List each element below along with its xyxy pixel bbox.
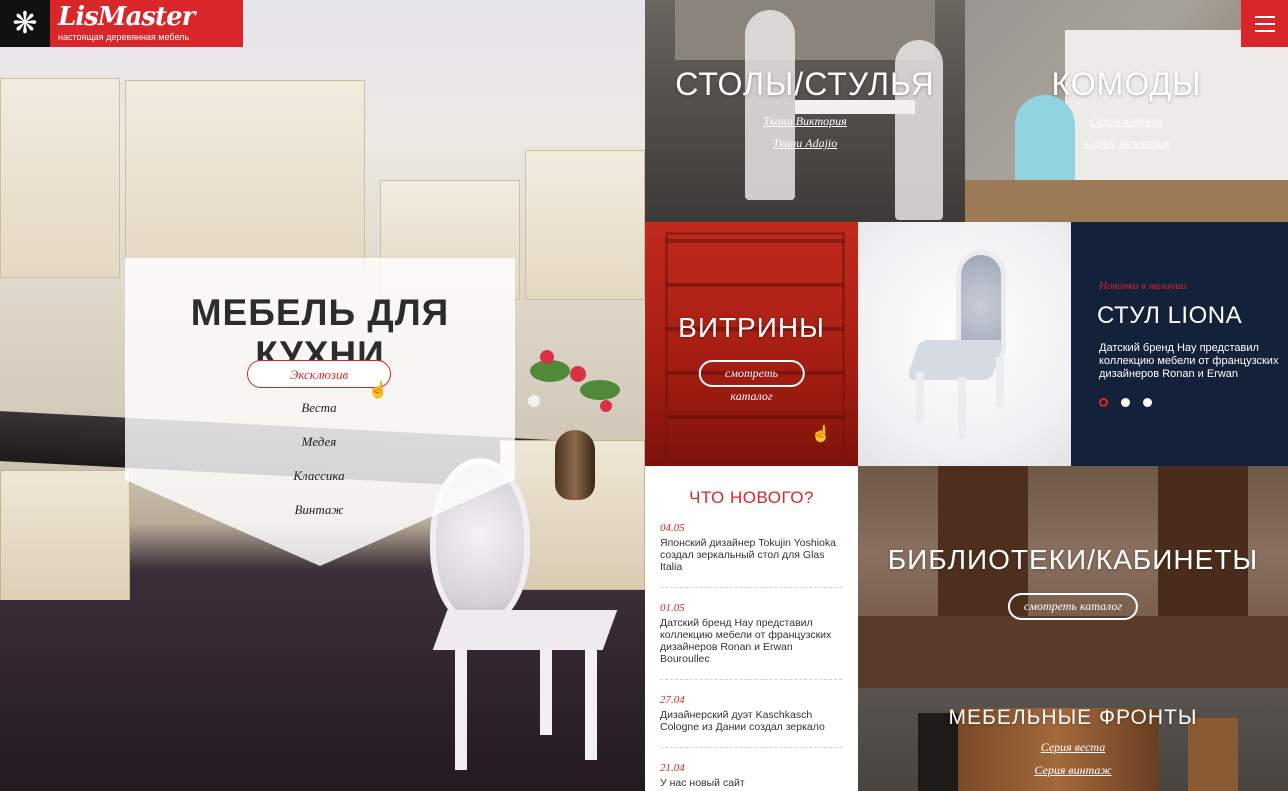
news-text: У нас новый сайт — [660, 777, 745, 789]
chair-leg-decor — [916, 372, 924, 422]
promo-text: Датский бренд Hay представил коллекцию м… — [1099, 342, 1279, 380]
news-text: Датский бренд Hay представил коллекцию м… — [660, 617, 832, 665]
tile-vitrines[interactable]: ВИТРИНЫ смотреть каталог ☝ — [645, 222, 858, 466]
cabinet-decor — [0, 78, 120, 278]
series-item-classic[interactable]: Классика — [247, 462, 391, 490]
cabinet-decor — [0, 470, 130, 620]
hamburger-menu-icon[interactable] — [1241, 0, 1288, 47]
news-item[interactable]: 27.04 Дизайнерский дуэт Kaschkasch Colog… — [660, 694, 842, 748]
vase-decor — [555, 430, 595, 500]
page: ❋ LisMaster настоящая деревянная мебель … — [0, 0, 1288, 791]
leaf-decor — [580, 380, 620, 400]
link-series-classic[interactable]: Серия классик — [965, 114, 1288, 129]
series-item-vintage[interactable]: Винтаж — [247, 496, 391, 524]
whats-new-title: ЧТО НОВОГО? — [689, 488, 814, 507]
chair-leg-decor — [455, 650, 467, 770]
promo-tag: Новинка в наличии — [1099, 280, 1187, 292]
tile-tables-chairs[interactable]: СТОЛЫ/СТУЛЬЯ Ткани Виктория Ткани Adajio — [645, 0, 965, 222]
tile-commodes[interactable]: КОМОДЫ Серия классик Серия эксклюзив — [965, 0, 1288, 222]
tile-title: СТОЛЫ/СТУЛЬЯ — [675, 66, 935, 102]
cabinet-decor — [125, 80, 365, 270]
hand-cursor-icon: ☝ — [368, 382, 388, 399]
logo-name: LisMaster — [58, 2, 195, 32]
logo-tagline: настоящая деревянная мебель — [58, 32, 190, 42]
view-catalog-button[interactable]: смотреть каталог — [698, 360, 805, 403]
link-series-vintage[interactable]: Серия винтаж — [858, 763, 1288, 778]
floor-decor — [965, 180, 1288, 222]
flower-decor — [570, 366, 586, 382]
news-item[interactable]: 04.05 Японский дизайнер Tokujin Yoshioka… — [660, 522, 842, 588]
series-item-medea[interactable]: Медея — [247, 428, 391, 456]
slider-dot-2[interactable] — [1121, 398, 1130, 407]
link-fabric-victoria[interactable]: Ткани Виктория — [645, 114, 965, 129]
hand-cursor-icon: ☝ — [811, 426, 831, 443]
slider-dots — [1099, 398, 1152, 407]
news-item[interactable]: 21.04 У нас новый сайт — [660, 762, 842, 791]
tile-new-product[interactable]: Новинка в наличии СТУЛ LIONA Датский бре… — [1071, 222, 1288, 466]
chair-leg-decor — [958, 377, 966, 439]
link-series-exclusive[interactable]: Серия эксклюзив — [965, 136, 1288, 151]
news-date: 21.04 — [660, 762, 685, 774]
news-date: 27.04 — [660, 694, 685, 706]
whats-new-panel: ЧТО НОВОГО? 04.05 Японский дизайнер Toku… — [645, 466, 858, 791]
tile-title: МЕБЕЛЬНЫЕ ФРОНТЫ — [948, 706, 1198, 729]
chair-leg-decor — [585, 650, 597, 760]
commode-decor — [1065, 30, 1288, 180]
logo[interactable]: ❋ LisMaster настоящая деревянная мебель — [0, 0, 243, 47]
news-text: Японский дизайнер Tokujin Yoshioka созда… — [660, 537, 836, 573]
flower-decor — [528, 395, 540, 407]
news-list: 04.05 Японский дизайнер Tokujin Yoshioka… — [660, 522, 842, 791]
link-fabric-adajio[interactable]: Ткани Adajio — [645, 136, 965, 151]
tile-title: ВИТРИНЫ — [678, 312, 825, 343]
wall-decor — [675, 0, 935, 60]
chair-decor — [745, 10, 795, 200]
news-date: 04.05 — [660, 522, 685, 534]
promo-title: СТУЛ LIONA — [1097, 302, 1243, 329]
cabinet-decor — [525, 150, 645, 300]
news-item[interactable]: 01.05 Датский бренд Hay представил колле… — [660, 602, 842, 680]
chair-leg-decor — [996, 357, 1004, 407]
tile-chair-product[interactable] — [858, 222, 1071, 466]
slider-dot-3[interactable] — [1143, 398, 1152, 407]
flower-decor — [600, 400, 612, 412]
desk-decor — [858, 616, 1288, 688]
tile-title: КОМОДЫ — [1051, 66, 1202, 102]
maple-leaf-icon: ❋ — [0, 0, 50, 47]
news-date: 01.05 — [660, 602, 685, 614]
flower-decor — [540, 350, 554, 364]
link-series-vesta[interactable]: Серия веста — [858, 740, 1288, 755]
view-catalog-button[interactable]: смотреть каталог — [1007, 593, 1139, 620]
chair-seat-decor — [432, 610, 618, 650]
tile-title: БИБЛИОТЕКИ/КАБИНЕТЫ — [887, 544, 1259, 575]
chair-leg-decor — [540, 650, 552, 735]
tile-library-cabinets[interactable]: БИБЛИОТЕКИ/КАБИНЕТЫ смотреть каталог — [858, 466, 1288, 688]
news-text: Дизайнерский дуэт Kaschkasch Cologne из … — [660, 709, 825, 733]
slider-dot-1[interactable] — [1099, 398, 1108, 407]
tile-furniture-fronts[interactable]: МЕБЕЛЬНЫЕ ФРОНТЫ Серия веста Серия винта… — [858, 688, 1288, 791]
